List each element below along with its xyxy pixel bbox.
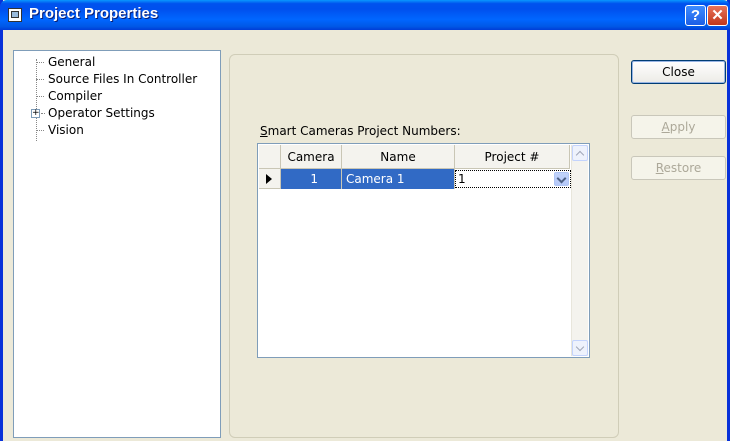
apply-label: pply [669,120,696,134]
tree-item-label: Compiler [48,89,103,103]
scroll-up-icon[interactable] [572,145,588,161]
tree-connector-line [36,59,37,141]
restore-button[interactable]: Restore [631,156,726,180]
tree-item-label: Vision [48,123,84,137]
tree-item-label: Operator Settings [48,106,155,120]
grid-label: Smart Cameras Project Numbers: [260,124,461,138]
restore-label: estore [663,161,702,175]
window-icon [8,8,22,22]
column-header-name[interactable]: Name [342,145,455,169]
dropdown-chevron-icon[interactable] [554,172,569,186]
project-number-value: 1 [458,172,466,186]
tree-item-label: Source Files In Controller [48,72,198,86]
project-number-combo[interactable]: 1 [455,170,571,188]
restore-mnemonic: R [655,161,664,175]
help-button[interactable]: ? [685,5,706,26]
table-row[interactable]: 1 Camera 1 1 [259,169,571,189]
grid-label-mnemonic: S [260,124,268,138]
close-window-button[interactable]: ✕ [707,5,728,26]
expand-plus-icon[interactable]: + [31,109,40,118]
grid-label-text: mart Cameras Project Numbers: [267,124,461,138]
close-button[interactable]: Close [631,60,726,84]
scroll-down-icon[interactable] [572,340,588,356]
apply-mnemonic: A [661,120,670,134]
tree-item-label: General [48,55,96,69]
cell-camera-number[interactable]: 1 [281,169,342,189]
properties-tree[interactable]: General Source Files In Controller Compi… [13,50,221,438]
title-bar[interactable]: Project Properties ? ✕ [0,0,730,30]
apply-button[interactable]: Apply [631,115,726,139]
window-title: Project Properties [29,5,159,22]
cell-camera-name[interactable]: Camera 1 [342,169,455,189]
current-row-arrow-icon [266,174,272,184]
row-selector[interactable] [259,169,281,189]
column-header-camera[interactable]: Camera # [281,145,342,188]
smart-cameras-grid[interactable]: Camera # Name Project # 1 Camera 1 1 [257,143,590,358]
column-header-project[interactable]: Project # [455,145,570,169]
grid-vertical-scrollbar[interactable] [571,145,588,356]
grid-corner-header [259,145,281,169]
